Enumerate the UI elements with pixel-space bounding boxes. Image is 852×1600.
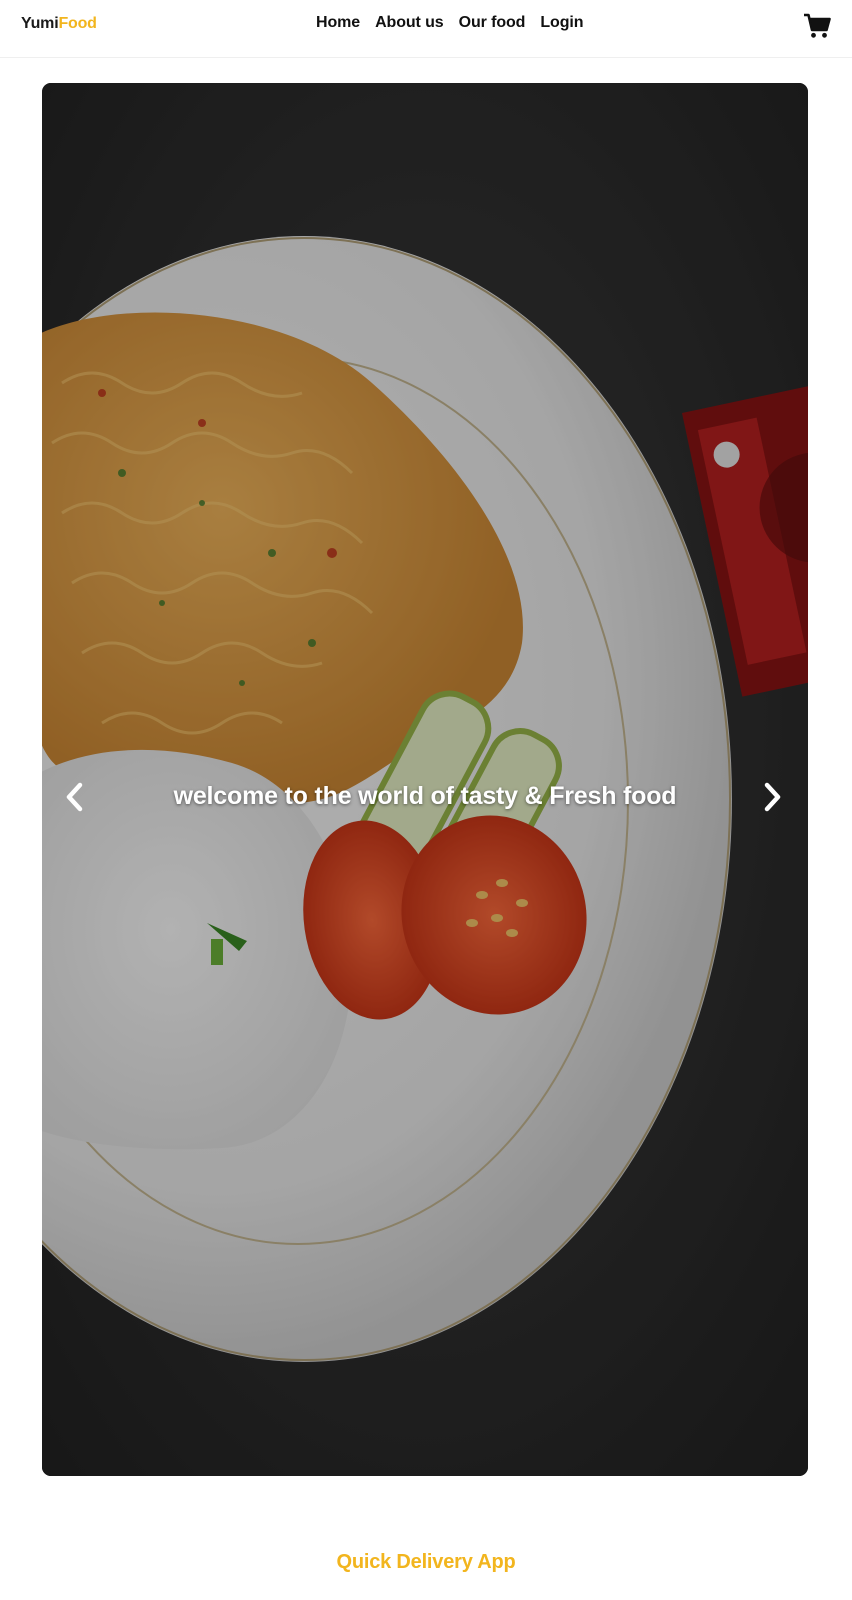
hero-dark-overlay: [42, 83, 808, 1476]
navbar: YumiFood Home About us Our food Login: [0, 0, 852, 58]
brand-name-part1: Yumi: [21, 15, 59, 32]
chevron-right-icon[interactable]: [757, 779, 787, 815]
section-title-quick-delivery: Quick Delivery App: [336, 1551, 516, 1573]
nav-link-about-us[interactable]: About us: [375, 14, 444, 32]
hero-caption: welcome to the world of tasty & Fresh fo…: [173, 782, 677, 810]
brand-logo[interactable]: YumiFood: [21, 15, 97, 33]
nav-link-login[interactable]: Login: [540, 14, 583, 32]
nav-link-our-food[interactable]: Our food: [459, 14, 526, 32]
hero-carousel: welcome to the world of tasty & Fresh fo…: [42, 83, 808, 1476]
brand-name-part2: Food: [58, 15, 97, 32]
main-nav: Home About us Our food Login: [316, 14, 598, 32]
nav-link-home[interactable]: Home: [316, 14, 360, 32]
shopping-cart-icon[interactable]: [803, 13, 831, 39]
